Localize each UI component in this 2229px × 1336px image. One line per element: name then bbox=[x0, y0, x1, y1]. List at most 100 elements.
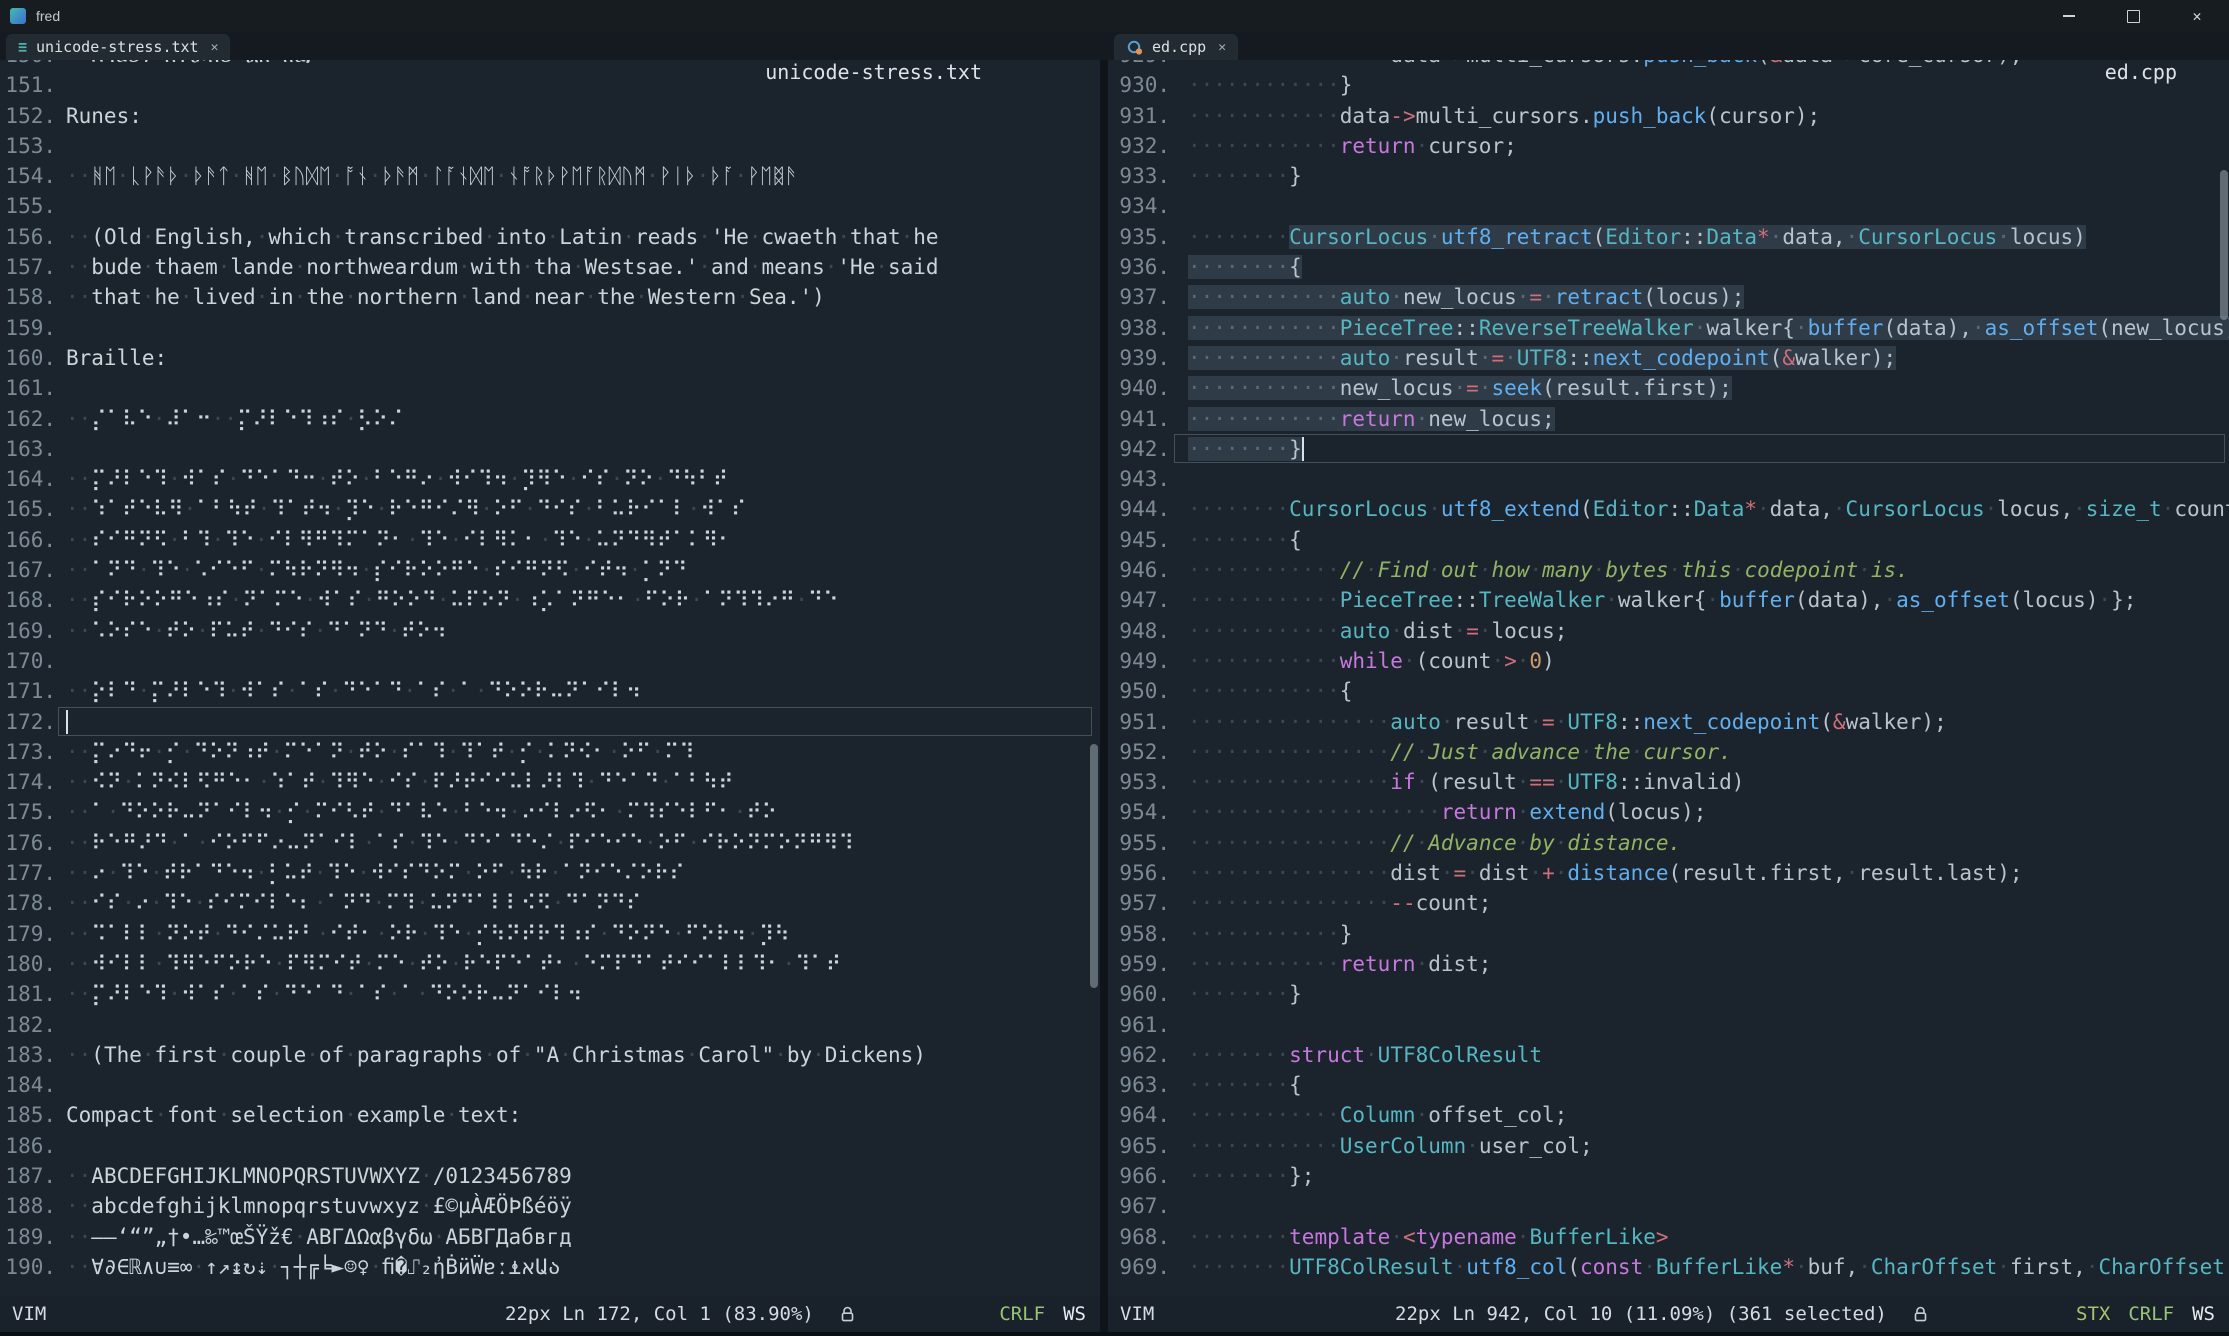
code-line[interactable]: 955.················//·Advance·by·distan… bbox=[1108, 828, 2229, 858]
scrollbar-thumb[interactable] bbox=[2220, 170, 2228, 320]
minimize-button[interactable] bbox=[2037, 0, 2101, 32]
code-line[interactable]: 964.············Column·offset_col; bbox=[1108, 1100, 2229, 1130]
text-line[interactable]: 167.··⠁⠝⠙·⠹⠑·⠡⠊⠑⠋·⠍⠳⠗⠝⠻⠲·⡎⠊⠗⠕⠕⠛⠑·⠎⠊⠛⠝⠫·⠊… bbox=[0, 555, 1100, 585]
code-line[interactable]: 937.············auto·new_locus·=·retract… bbox=[1108, 282, 2229, 312]
tab-close-icon[interactable]: ✕ bbox=[211, 40, 219, 55]
code-line[interactable]: 935.········CursorLocus·utf8_retract(Edi… bbox=[1108, 222, 2229, 252]
line-number: 164. bbox=[0, 464, 56, 494]
code-line[interactable]: 931.············data->multi_cursors.push… bbox=[1108, 101, 2229, 131]
text-line[interactable]: 180.··⠺⠊⠇⠇·⠹⠻⠑⠋⠕⠗⠑·⠏⠻⠍⠊⠞·⠍⠑·⠞⠕·⠗⠑⠏⠑⠁⠞⠂·⠑… bbox=[0, 949, 1100, 979]
text-line[interactable]: 160.Braille: bbox=[0, 343, 1100, 373]
text-line[interactable]: 161. bbox=[0, 373, 1100, 403]
text-line[interactable]: 190.··∀∂∈ℝ∧∪≡∞·↑↗↨↻⇣·┐┼╔╘►☺♀·ﬁ�⑀₂ἠḂӥẄɐː⍎… bbox=[0, 1252, 1100, 1282]
code-line[interactable]: 968.········template·<typename·BufferLik… bbox=[1108, 1222, 2229, 1252]
code-line[interactable]: 959.············return·dist; bbox=[1108, 949, 2229, 979]
code-line[interactable]: 957.················--count; bbox=[1108, 888, 2229, 918]
code-line[interactable]: 958.············} bbox=[1108, 919, 2229, 949]
code-line[interactable]: 936.········{ bbox=[1108, 252, 2229, 282]
text-line[interactable]: 165.··⠱⠁⠞⠑⠧⠻·⠁⠃⠳⠞·⠹⠁⠞⠲·⡹⠑·⠗⠑⠛⠊⠌⠻·⠕⠋·⠙⠊⠎·… bbox=[0, 494, 1100, 524]
line-text: ········template·<typename·BufferLike> bbox=[1188, 1225, 1669, 1249]
code-line[interactable]: 965.············UserColumn·user_col; bbox=[1108, 1131, 2229, 1161]
code-line[interactable]: 954.····················return·extend(lo… bbox=[1108, 797, 2229, 827]
code-line[interactable]: 929.················data->multi_cursors.… bbox=[1108, 60, 2229, 70]
code-line[interactable]: 967. bbox=[1108, 1191, 2229, 1221]
text-line[interactable]: 173.··⡍⠔⠙⠖·⡊·⠙⠕⠝⠰⠞·⠍⠑⠁⠝·⠞⠕·⠎⠁⠹·⠹⠁⠞·⡊·⠅⠝⠪… bbox=[0, 737, 1100, 767]
text-line[interactable]: 176.··⠗⠑⠛⠜⠙·⠁·⠊⠕⠋⠋⠔⠤⠝⠁⠊⠇·⠁⠎·⠹⠑·⠙⠑⠁⠙⠑⠌·⠏⠊… bbox=[0, 828, 1100, 858]
text-line[interactable]: 155. bbox=[0, 191, 1100, 221]
code-line[interactable]: 956.················dist·=·dist·+·distan… bbox=[1108, 858, 2229, 888]
text-line[interactable]: 166.··⠎⠊⠛⠝⠫·⠃⠹·⠹⠑·⠊⠇⠻⠛⠹⠍⠁⠝⠂·⠹⠑·⠊⠇⠻⠅⠂·⠹⠑·… bbox=[0, 525, 1100, 555]
maximize-button[interactable] bbox=[2101, 0, 2165, 32]
tab-close-icon[interactable]: ✕ bbox=[1218, 40, 1226, 55]
code-line[interactable]: 962.········struct·UTF8ColResult bbox=[1108, 1040, 2229, 1070]
code-line[interactable]: 969.········UTF8ColResult·utf8_col(const… bbox=[1108, 1252, 2229, 1282]
pane-splitter[interactable] bbox=[1100, 60, 1108, 1332]
code-line[interactable]: 952.················//·Just·advance·the·… bbox=[1108, 737, 2229, 767]
code-line[interactable]: 963.········{ bbox=[1108, 1070, 2229, 1100]
code-line[interactable]: 934. bbox=[1108, 191, 2229, 221]
text-line[interactable]: 184. bbox=[0, 1070, 1100, 1100]
code-line[interactable]: 961. bbox=[1108, 1010, 2229, 1040]
code-line[interactable]: 948.············auto·dist·=·locus; bbox=[1108, 616, 2229, 646]
code-line[interactable]: 947.············PieceTree::TreeWalker·wa… bbox=[1108, 585, 2229, 615]
code-line[interactable]: 945.········{ bbox=[1108, 525, 2229, 555]
text-line[interactable]: 154.··ᚻᛖ·ᚳᚹᚫᚦ·ᚦᚫᛏ·ᚻᛖ·ᛒᚢᛞᛖ·ᚩᚾ·ᚦᚫᛗ·ᛚᚪᚾᛞᛖ·ᚾ… bbox=[0, 161, 1100, 191]
code-line[interactable]: 944.········CursorLocus·utf8_extend(Edit… bbox=[1108, 494, 2229, 524]
filename-overlay: unicode-stress.txt bbox=[765, 60, 982, 84]
code-line[interactable]: 933.········} bbox=[1108, 161, 2229, 191]
line-text: ················auto·result·=·UTF8::next… bbox=[1188, 710, 1947, 734]
text-line[interactable]: 185.Compact·font·selection·example·text: bbox=[0, 1100, 1100, 1130]
code-line[interactable]: 946.············//·Find·out·how·many·byt… bbox=[1108, 555, 2229, 585]
scrollbar-thumb[interactable] bbox=[1090, 744, 1098, 988]
text-line[interactable]: 179.··⠩⠁⠇⠇·⠝⠕⠞·⠙⠊⠌⠥⠗⠃·⠊⠞⠂·⠕⠗·⠹⠑·⡊⠳⠝⠞⠗⠹⠰⠎… bbox=[0, 919, 1100, 949]
text-line[interactable]: 177.··⠔·⠹⠑·⠞⠗⠁⠙⠑⠲·⡃⠥⠞·⠹⠑·⠺⠊⠎⠙⠕⠍·⠕⠋·⠳⠗·⠁⠝… bbox=[0, 858, 1100, 888]
code-line[interactable]: 960.········} bbox=[1108, 979, 2229, 1009]
text-line[interactable]: 152.Runes: bbox=[0, 101, 1100, 131]
code-line[interactable]: 938.············PieceTree::ReverseTreeWa… bbox=[1108, 313, 2229, 343]
text-line[interactable]: 172. bbox=[0, 707, 1100, 737]
code-line[interactable]: 953.················if·(result·==·UTF8::… bbox=[1108, 767, 2229, 797]
line-text: Runes: bbox=[66, 104, 142, 128]
text-line[interactable]: 169.··⠡⠕⠎⠑·⠞⠕·⠏⠥⠞·⠙⠊⠎·⠙⠁⠝⠙·⠞⠕⠲ bbox=[0, 616, 1100, 646]
code-line[interactable]: 939.············auto·result·=·UTF8::next… bbox=[1108, 343, 2229, 373]
code-line[interactable]: 940.············new_locus·=·seek(result.… bbox=[1108, 373, 2229, 403]
text-line[interactable]: 178.··⠊⠎·⠔·⠹⠑·⠎⠊⠍⠊⠇⠑⠆·⠁⠝⠙·⠍⠹·⠥⠝⠙⠁⠇⠇⠪⠫·⠙⠁… bbox=[0, 888, 1100, 918]
text-line[interactable]: 171.··⡕⠇⠙·⡍⠜⠇⠑⠹·⠺⠁⠎·⠁⠎·⠙⠑⠁⠙·⠁⠎·⠁·⠙⠕⠕⠗⠤⠝⠁… bbox=[0, 676, 1100, 706]
text-line[interactable]: 162.··⡌⠁⠧⠑·⠼⠁⠒··⡍⠜⠇⠑⠹⠰⠎·⡣⠕⠌ bbox=[0, 404, 1100, 434]
text-line[interactable]: 175.··⠁·⠙⠕⠕⠗⠤⠝⠁⠊⠇⠲·⡊·⠍⠊⠣⠞·⠙⠁⠧⠑·⠃⠑⠲·⠔⠊⠇⠔⠫… bbox=[0, 797, 1100, 827]
code-line[interactable]: 930.············} bbox=[1108, 70, 2229, 100]
code-line[interactable]: 943. bbox=[1108, 464, 2229, 494]
editor-pane-right[interactable]: 929.················data->multi_cursors.… bbox=[1108, 60, 2229, 1296]
lock-icon[interactable] bbox=[1913, 1306, 1928, 1323]
line-text: ··(Old·English,·which·transcribed·into·L… bbox=[66, 225, 939, 249]
text-line[interactable]: 163. bbox=[0, 434, 1100, 464]
lock-icon[interactable] bbox=[840, 1306, 855, 1323]
code-line[interactable]: 966.········}; bbox=[1108, 1161, 2229, 1191]
code-line[interactable]: 951.················auto·result·=·UTF8::… bbox=[1108, 707, 2229, 737]
text-line[interactable]: 188.··abcdefghijklmnopqrstuvwxyz·£©µÀÆÖÞ… bbox=[0, 1191, 1100, 1221]
code-line[interactable]: 942.········} bbox=[1108, 434, 2229, 464]
text-line[interactable]: 168.··⡎⠊⠗⠕⠕⠛⠑⠰⠎·⠝⠁⠍⠑·⠺⠁⠎·⠛⠕⠕⠙·⠥⠏⠕⠝·⠰⡡⠁⠝⠛… bbox=[0, 585, 1100, 615]
text-line[interactable]: 159. bbox=[0, 313, 1100, 343]
text-line[interactable]: 170. bbox=[0, 646, 1100, 676]
tab-unicode-stress-txt[interactable]: ≡ unicode-stress.txt ✕ bbox=[6, 34, 230, 60]
text-line[interactable]: 186. bbox=[0, 1131, 1100, 1161]
code-line[interactable]: 932.············return·cursor; bbox=[1108, 131, 2229, 161]
text-line[interactable]: 157.··bude·thaem·lande·northweardum·with… bbox=[0, 252, 1100, 282]
text-line[interactable]: 153. bbox=[0, 131, 1100, 161]
text-line[interactable]: 181.··⡍⠜⠇⠑⠹·⠺⠁⠎·⠁⠎·⠙⠑⠁⠙·⠁⠎·⠁·⠙⠕⠕⠗⠤⠝⠁⠊⠇⠲ bbox=[0, 979, 1100, 1009]
text-line[interactable]: 189.··–—‘“”„†•…‰™œŠŸž€·ΑΒΓΔΩαβγδω·АБВГДа… bbox=[0, 1222, 1100, 1252]
tab-ed-cpp[interactable]: ed.cpp ✕ bbox=[1114, 34, 1238, 60]
code-line[interactable]: 949.············while·(count·>·0) bbox=[1108, 646, 2229, 676]
text-line[interactable]: 187.··ABCDEFGHIJKLMNOPQRSTUVWXYZ·/012345… bbox=[0, 1161, 1100, 1191]
editor-pane-left[interactable]: 150.··እግርህን·በፍራሽህ·ልክ·ዘርጋ።151.152.Runes:1… bbox=[0, 60, 1100, 1296]
text-line[interactable]: 158.··that·he·lived·in·the·northern·land… bbox=[0, 282, 1100, 312]
close-button[interactable]: ✕ bbox=[2165, 0, 2229, 32]
text-line[interactable]: 183.··(The·first·couple·of·paragraphs·of… bbox=[0, 1040, 1100, 1070]
code-line[interactable]: 950.············{ bbox=[1108, 676, 2229, 706]
text-line[interactable]: 156.··(Old·English,·which·transcribed·in… bbox=[0, 222, 1100, 252]
code-line[interactable]: 941.············return·new_locus; bbox=[1108, 404, 2229, 434]
text-line[interactable]: 164.··⡍⠜⠇⠑⠹·⠺⠁⠎·⠙⠑⠁⠙⠒·⠞⠕·⠃⠑⠛⠔·⠺⠊⠹⠲·⡹⠻⠑·⠊… bbox=[0, 464, 1100, 494]
text-line[interactable]: 182. bbox=[0, 1010, 1100, 1040]
text-line[interactable]: 174.··⠪⠝·⠅⠝⠪⠇⠫⠛⠑⠂·⠱⠁⠞·⠹⠻⠑·⠊⠎·⠏⠜⠞⠊⠊⠥⠇⠜⠇⠹·… bbox=[0, 767, 1100, 797]
